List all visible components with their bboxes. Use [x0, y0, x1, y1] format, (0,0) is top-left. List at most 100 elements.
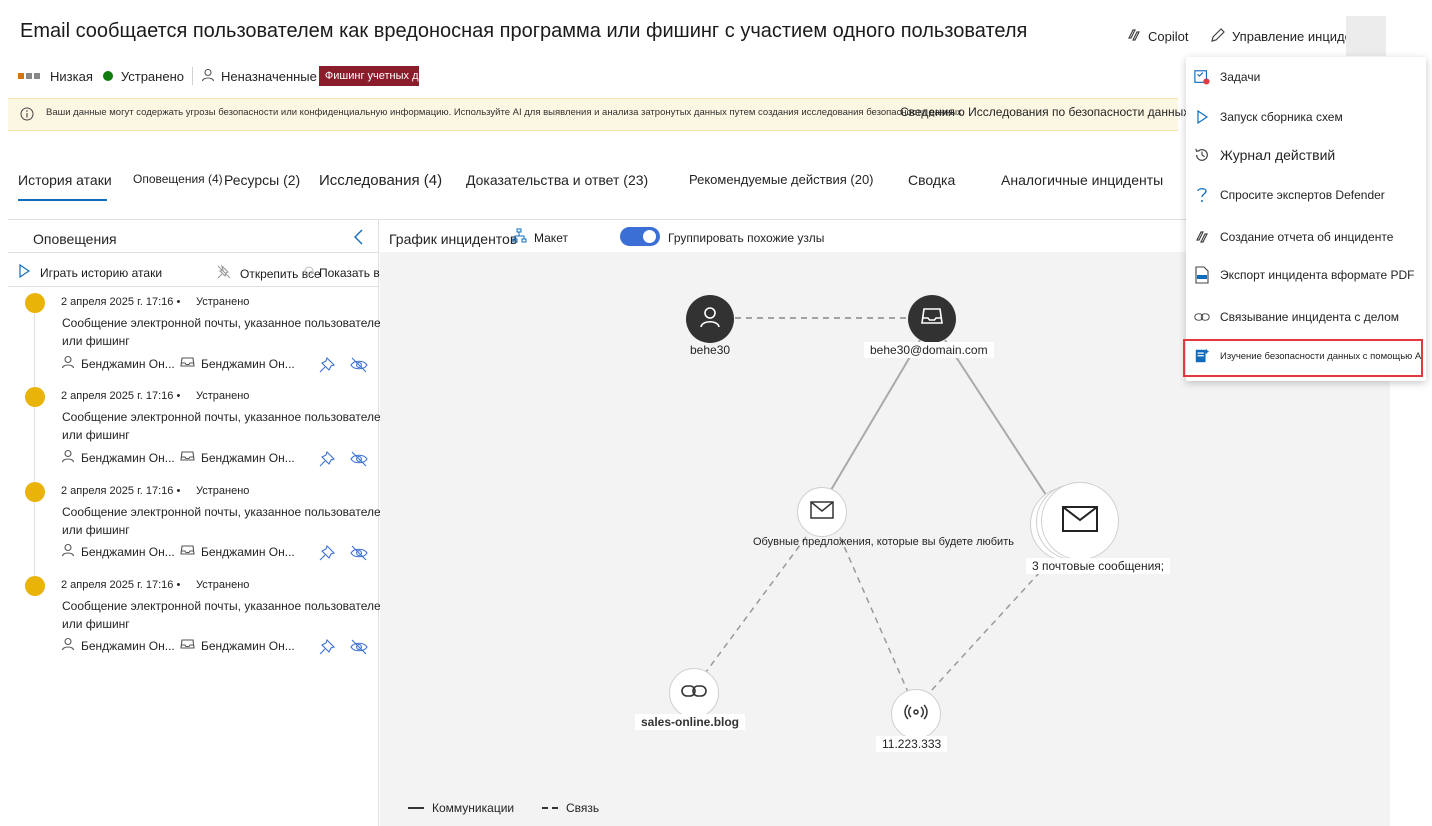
emails-node[interactable]	[1041, 482, 1119, 560]
envelope-icon	[810, 500, 834, 524]
tab-summary[interactable]: Сводка	[908, 172, 955, 188]
ip-node[interactable]	[891, 689, 941, 739]
pin-icon[interactable]	[319, 356, 336, 378]
incident-actions-menu: Задачи Запуск сборника схем Журнал дейст…	[1186, 57, 1426, 381]
edge-mailbox-email	[830, 339, 921, 491]
alert-mailbox-entity[interactable]: Бенджамин Он...	[180, 449, 295, 466]
more-actions-button[interactable]	[1346, 16, 1386, 56]
menu-item-export-pdf[interactable]: Экспорт инцидента вформате PDF	[1194, 266, 1415, 284]
layout-label: Макет	[534, 230, 568, 245]
alert-mailbox-entity[interactable]: Бенджамин Он...	[180, 637, 295, 654]
collapse-pane-icon[interactable]	[352, 228, 366, 251]
play-attack-story-button[interactable]: Играть историю атаки	[18, 263, 162, 281]
alert-status-dot-icon	[25, 387, 45, 407]
url-node-label: sales-online.blog	[635, 714, 746, 730]
alert-user-entity[interactable]: Бенджамин Он...	[61, 449, 175, 466]
hide-eye-icon[interactable]	[350, 545, 368, 566]
alert-user-entity[interactable]: Бенджамин Он...	[61, 355, 175, 372]
pdf-icon	[1194, 266, 1210, 284]
banner-link[interactable]: Сведения о Исследования по безопасности …	[900, 105, 1189, 119]
mailbox-node[interactable]	[908, 295, 956, 343]
tasks-icon	[1194, 69, 1210, 85]
tab-attack-story[interactable]: История атаки	[18, 172, 112, 188]
person-icon	[201, 68, 215, 85]
tab-investigations[interactable]: Исследования (4)	[319, 172, 442, 189]
person-icon	[61, 637, 75, 654]
menu-item-label: Журнал действий	[1220, 147, 1336, 163]
graph-title: График инцидентов	[389, 231, 518, 247]
legend-communications: Коммуникации	[408, 801, 514, 815]
link-icon	[681, 683, 707, 704]
play-icon	[18, 263, 31, 281]
person-icon	[61, 449, 75, 466]
menu-item-create-report[interactable]: Создание отчета об инциденте	[1194, 229, 1393, 245]
email-node[interactable]	[797, 487, 847, 537]
show-all-button[interactable]: Показать все	[303, 264, 392, 281]
pin-icon[interactable]	[319, 638, 336, 660]
copilot-button[interactable]: Copilot	[1126, 27, 1188, 46]
menu-item-link-to-case[interactable]: Связывание инцидента с делом	[1194, 309, 1399, 325]
pin-icon[interactable]	[319, 544, 336, 566]
menu-item-activity-log[interactable]: Журнал действий	[1194, 147, 1335, 163]
tab-evidence[interactable]: Доказательства и ответ (23)	[466, 172, 648, 188]
tab-recommended-actions[interactable]: Рекомендуемые действия (20)	[689, 172, 874, 187]
alert-title-line2[interactable]: или фишинг	[62, 523, 130, 537]
hide-eye-icon[interactable]	[350, 451, 368, 472]
alert-mailbox-label: Бенджамин Он...	[201, 638, 295, 653]
person-icon	[61, 355, 75, 372]
alert-status: Устранено	[196, 485, 250, 497]
legend-link-label: Связь	[566, 801, 600, 815]
divider	[8, 252, 378, 253]
tab-alerts[interactable]: Оповещения (4)	[133, 172, 223, 186]
info-icon	[20, 107, 34, 126]
email-node-label: Обувные предложения, которые вы будете л…	[753, 536, 1014, 548]
alert-user-label: Бенджамин Он...	[81, 450, 175, 465]
alert-title-line2[interactable]: или фишинг	[62, 617, 130, 631]
tab-similar-incidents[interactable]: Аналогичные инциденты	[1001, 172, 1163, 188]
severity-label: Низкая	[50, 68, 93, 84]
edge-email-ip	[839, 536, 909, 693]
group-similar-label: Группировать похожие узлы	[668, 231, 825, 245]
link-icon	[1194, 309, 1210, 325]
pin-icon[interactable]	[319, 450, 336, 472]
eye-icon	[303, 264, 315, 281]
alert-user-entity[interactable]: Бенджамин Он...	[61, 637, 175, 654]
alert-title-line2[interactable]: или фишинг	[62, 428, 130, 442]
tab-assets[interactable]: Ресурсы (2)	[224, 172, 300, 188]
alert-date: 2 апреля 2025 г. 17:16 •	[61, 579, 181, 591]
alert-status: Устранено	[196, 390, 250, 402]
status-dot-icon	[102, 71, 113, 81]
user-node[interactable]	[686, 295, 734, 343]
menu-item-label: Спросите экспертов Defender	[1220, 188, 1385, 202]
layout-button[interactable]: Макет	[512, 228, 568, 247]
alert-user-label: Бенджамин Он...	[81, 544, 175, 559]
alert-date: 2 апреля 2025 г. 17:16 •	[61, 390, 181, 402]
alert-title-line2[interactable]: или фишинг	[62, 334, 130, 348]
hide-eye-icon[interactable]	[350, 357, 368, 378]
alert-user-entity[interactable]: Бенджамин Он...	[61, 543, 175, 560]
divider	[8, 286, 378, 287]
menu-item-label: Задачи	[1220, 70, 1261, 84]
menu-item-run-playbook[interactable]: Запуск сборника схем	[1194, 109, 1343, 125]
alerts-pane-title: Оповещения	[33, 231, 117, 247]
severity-icon	[18, 73, 42, 79]
solid-line-icon	[408, 807, 424, 809]
menu-item-tasks[interactable]: Задачи	[1194, 69, 1260, 85]
alert-mailbox-entity[interactable]: Бенджамин Он...	[180, 355, 295, 372]
alert-mailbox-label: Бенджамин Он...	[201, 356, 295, 371]
url-node[interactable]	[669, 668, 719, 718]
copilot-label: Copilot	[1148, 29, 1189, 44]
page-title: Email сообщается пользователем как вредо…	[20, 20, 1028, 42]
menu-item-ask-defender-experts[interactable]: Спросите экспертов Defender	[1194, 187, 1385, 203]
assignee-label[interactable]: Неназначенные	[221, 69, 317, 84]
alert-status: Устранено	[196, 579, 250, 591]
incident-tag[interactable]: Фишинг учетных д	[318, 66, 419, 86]
emails-node-label: 3 почтовые сообщения;	[1026, 558, 1171, 574]
user-node-label: behe30	[690, 343, 731, 357]
active-tab-indicator	[18, 199, 107, 201]
alert-date: 2 апреля 2025 г. 17:16 •	[61, 485, 181, 497]
alert-user-label: Бенджамин Он...	[81, 638, 175, 653]
menu-item-label: Создание отчета об инциденте	[1220, 230, 1394, 244]
hide-eye-icon[interactable]	[350, 639, 368, 660]
alert-mailbox-entity[interactable]: Бенджамин Он...	[180, 543, 295, 560]
